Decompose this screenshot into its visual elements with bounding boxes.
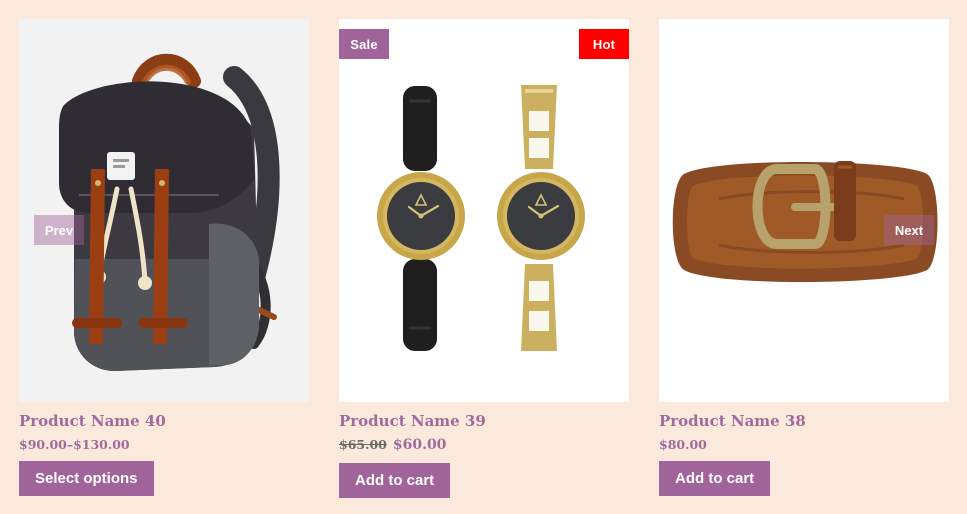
product-card-38: Product Name 38 $80.00 Add to cart [659, 19, 949, 496]
price-sale: $60.00 [392, 437, 447, 453]
product-image-link-39[interactable]: Sale Hot [339, 19, 629, 402]
product-price: $90.00–$130.00 [19, 437, 309, 452]
add-to-cart-button[interactable]: Add to cart [659, 461, 771, 496]
product-price: $65.00 $60.00 [339, 437, 629, 454]
price-current: $80.00 [659, 437, 707, 452]
product-title[interactable]: Product Name 38 [659, 412, 949, 430]
product-price: $80.00 [659, 437, 949, 452]
carousel-next-button[interactable]: Next [884, 215, 934, 245]
product-image-link-40[interactable] [19, 19, 309, 402]
add-to-cart-button[interactable]: Add to cart [339, 462, 451, 498]
price-old: $65.00 [339, 437, 387, 452]
product-card-39: Sale Hot Product Name 39 $65.00 $60.00 A… [339, 19, 629, 498]
product-title[interactable]: Product Name 39 [339, 412, 629, 430]
price-range: $90.00–$130.00 [19, 437, 130, 452]
carousel-prev-button[interactable]: Prev [34, 215, 84, 245]
backpack-icon [59, 53, 280, 371]
hot-badge: Hot [579, 29, 629, 59]
belt-icon [672, 161, 938, 283]
product-card-40: Product Name 40 $90.00–$130.00 Select op… [19, 19, 309, 496]
watches-icon [377, 85, 585, 351]
product-title[interactable]: Product Name 40 [19, 412, 309, 430]
product-carousel: Product Name 40 $90.00–$130.00 Select op… [0, 0, 967, 514]
sale-badge: Sale [339, 29, 389, 59]
select-options-button[interactable]: Select options [19, 461, 154, 496]
product-image-link-38[interactable] [659, 19, 949, 402]
